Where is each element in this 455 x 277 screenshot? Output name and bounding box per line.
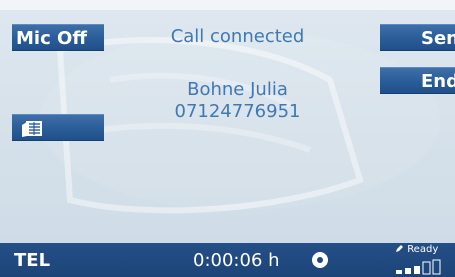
ready-label: Ready — [407, 244, 439, 255]
signal-bar-4 — [422, 261, 431, 275]
phonebook-icon — [20, 121, 44, 140]
pencil-icon — [396, 245, 403, 252]
signal-bar-2 — [405, 268, 411, 274]
ready-indicator: Ready — [393, 244, 455, 276]
top-strip — [0, 0, 455, 10]
call-duration: 0:00:06 h — [193, 250, 280, 271]
end-label: End — [421, 71, 455, 92]
contact-name: Bohne Julia — [187, 79, 288, 100]
ready-text: Ready — [395, 244, 438, 255]
telephone-screen: Mic Off Send End Call connected Bohne Ju… — [0, 0, 455, 277]
mode-label: TEL — [14, 250, 51, 271]
send-button[interactable]: Send — [380, 24, 455, 51]
signal-bar-5 — [432, 259, 441, 275]
end-call-button[interactable]: End — [380, 67, 455, 94]
signal-bar-1 — [396, 270, 402, 274]
call-status-text: Call connected — [170, 26, 305, 47]
send-label: Send — [421, 28, 455, 49]
mic-off-label: Mic Off — [16, 28, 87, 49]
contact-number: 07124776951 — [174, 101, 301, 122]
circle-dot-icon — [312, 252, 328, 268]
status-bar: TEL 0:00:06 h Ready — [0, 243, 455, 277]
signal-bar-3 — [414, 266, 420, 274]
signal-strength-icon — [396, 259, 441, 275]
mic-off-button[interactable]: Mic Off — [12, 24, 104, 51]
phonebook-button[interactable] — [12, 114, 104, 141]
